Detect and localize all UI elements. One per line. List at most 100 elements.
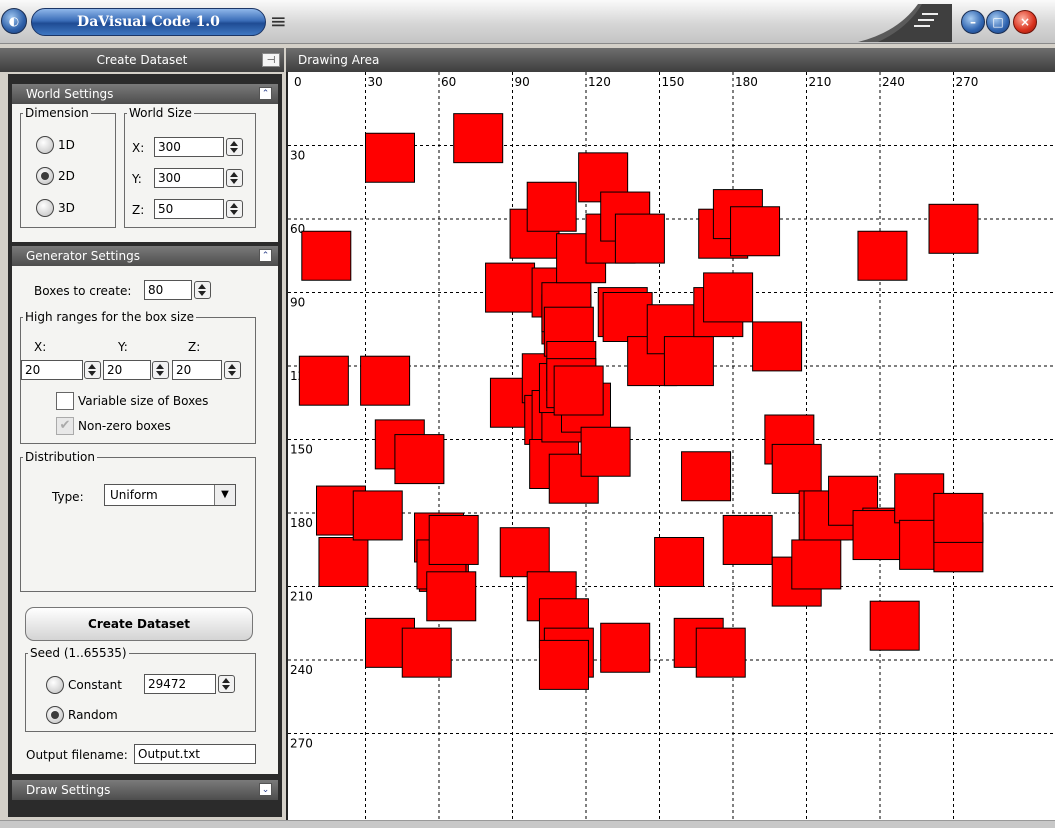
high-x-input[interactable]: 20 xyxy=(21,360,83,380)
high-z-spinner[interactable] xyxy=(224,361,241,379)
dataset-box xyxy=(453,113,504,164)
y-tick-label: 30 xyxy=(290,149,305,163)
high-y-input[interactable]: 20 xyxy=(103,360,151,380)
dataset-box xyxy=(791,539,842,590)
x-tick-label: 90 xyxy=(515,75,530,89)
y-tick-label: 90 xyxy=(290,296,305,310)
dataset-box xyxy=(499,527,550,578)
output-filename-input[interactable]: Output.txt xyxy=(134,744,256,764)
x-tick-label: 210 xyxy=(809,75,832,89)
maximize-button[interactable]: □ xyxy=(986,10,1010,34)
minimize-button[interactable]: – xyxy=(961,10,985,34)
world-y-input[interactable]: 300 xyxy=(154,168,224,188)
y-tick-label: 270 xyxy=(290,737,313,751)
output-filename-label: Output filename: xyxy=(26,748,128,762)
distribution-type-label: Type: xyxy=(52,490,84,504)
radio-3d[interactable] xyxy=(36,199,54,217)
draw-settings-header[interactable]: Draw Settings ⌄ xyxy=(12,780,278,800)
dataset-box xyxy=(298,355,349,406)
boxes-to-create-input[interactable]: 80 xyxy=(144,280,192,300)
radio-2d[interactable] xyxy=(36,167,54,185)
dataset-box xyxy=(703,272,754,323)
panel-title: Create Dataset xyxy=(96,53,188,67)
dataset-box xyxy=(401,627,452,678)
x-tick-label: 0 xyxy=(294,75,302,89)
pin-icon[interactable]: ⊣ xyxy=(262,53,280,67)
dataset-box xyxy=(695,627,746,678)
generator-settings-title: Generator Settings xyxy=(26,249,140,263)
checkmark-icon: ✔ xyxy=(59,418,71,433)
collapse-icon[interactable]: ⌃ xyxy=(259,87,272,100)
high-y-spinner[interactable] xyxy=(152,361,169,379)
drawing-area-title: Drawing Area xyxy=(298,53,380,67)
x-tick-label: 240 xyxy=(882,75,905,89)
chevron-down-icon[interactable]: ▼ xyxy=(214,485,235,505)
window-title: DaVisual Code 1.0 xyxy=(31,8,266,36)
collapse-icon[interactable]: ⌃ xyxy=(259,249,272,262)
world-x-input[interactable]: 300 xyxy=(154,137,224,157)
world-y-spinner[interactable] xyxy=(226,169,243,187)
distribution-type-value: Uniform xyxy=(110,488,158,502)
app-menu-button[interactable]: ◐ xyxy=(1,8,27,34)
drawing-svg[interactable]: 0306090120150180210240270306090120150180… xyxy=(288,72,1055,820)
world-z-spinner[interactable] xyxy=(226,200,243,218)
dataset-box xyxy=(600,622,651,673)
boxes-to-create-spinner[interactable] xyxy=(194,281,211,299)
dataset-box xyxy=(318,537,369,587)
boxes-to-create-label: Boxes to create: xyxy=(34,284,132,298)
high-x-spinner[interactable] xyxy=(84,361,101,379)
world-x-label: X: xyxy=(132,141,145,155)
generator-settings-header[interactable]: Generator Settings ⌃ xyxy=(12,246,278,266)
radio-3d-label: 3D xyxy=(58,201,75,215)
x-tick-label: 270 xyxy=(956,75,979,89)
distribution-type-select[interactable]: Uniform ▼ xyxy=(104,484,236,506)
high-y-label: Y: xyxy=(118,340,128,354)
close-button[interactable]: × xyxy=(1013,10,1037,34)
minimize-icon: – xyxy=(970,15,976,29)
world-z-input[interactable]: 50 xyxy=(154,199,224,219)
seed-constant-input[interactable]: 29472 xyxy=(144,674,216,694)
dataset-box xyxy=(365,132,415,183)
seed-constant-radio[interactable] xyxy=(46,676,64,694)
create-dataset-button[interactable]: Create Dataset xyxy=(25,607,253,641)
world-size-legend: World Size xyxy=(129,106,192,120)
maximize-icon: □ xyxy=(992,15,1004,29)
dataset-box xyxy=(771,443,822,494)
app-logo-icon: ◐ xyxy=(8,14,20,28)
world-x-spinner[interactable] xyxy=(226,138,243,156)
non-zero-label: Non-zero boxes xyxy=(78,419,171,433)
high-x-label: X: xyxy=(34,340,47,354)
dataset-box xyxy=(485,262,536,313)
dataset-box xyxy=(928,203,979,254)
dataset-box xyxy=(301,230,352,281)
dataset-box xyxy=(722,514,773,565)
drawing-area-header: Drawing Area xyxy=(286,48,1055,72)
expand-icon[interactable]: ⌄ xyxy=(259,783,272,796)
radio-1d[interactable] xyxy=(36,136,54,154)
dataset-box xyxy=(869,600,920,651)
drawing-canvas[interactable]: 0306090120150180210240270306090120150180… xyxy=(286,72,1055,820)
x-tick-label: 120 xyxy=(588,75,611,89)
seed-random-radio[interactable] xyxy=(46,706,64,724)
hamburger-menu-icon[interactable]: ≡ xyxy=(270,11,294,31)
dataset-box xyxy=(654,537,705,587)
drawing-area-panel: Drawing Area 0 30 60 90 120 150 180 210 240 270 30… xyxy=(286,48,1055,820)
high-z-input[interactable]: 20 xyxy=(172,360,222,380)
dataset-box xyxy=(580,426,631,477)
dataset-box xyxy=(352,490,403,541)
non-zero-checkbox[interactable]: ✔ xyxy=(56,417,74,435)
x-tick-label: 30 xyxy=(368,75,383,89)
dataset-box xyxy=(553,365,604,416)
dataset-box xyxy=(752,321,803,372)
variable-size-label: Variable size of Boxes xyxy=(78,394,209,408)
dataset-box xyxy=(681,451,732,502)
create-dataset-panel: Create Dataset ⊣ World Settings ⌃ Dimens… xyxy=(0,48,284,820)
seed-constant-spinner[interactable] xyxy=(218,675,235,693)
titlebar-decoration-icon xyxy=(858,4,952,42)
x-tick-label: 60 xyxy=(441,75,456,89)
generator-settings-body: Boxes to create: 80 High ranges for the … xyxy=(12,266,278,774)
dataset-box xyxy=(933,492,984,543)
y-tick-label: 150 xyxy=(290,443,313,457)
world-settings-header[interactable]: World Settings ⌃ xyxy=(12,84,278,104)
variable-size-checkbox[interactable] xyxy=(56,392,74,410)
